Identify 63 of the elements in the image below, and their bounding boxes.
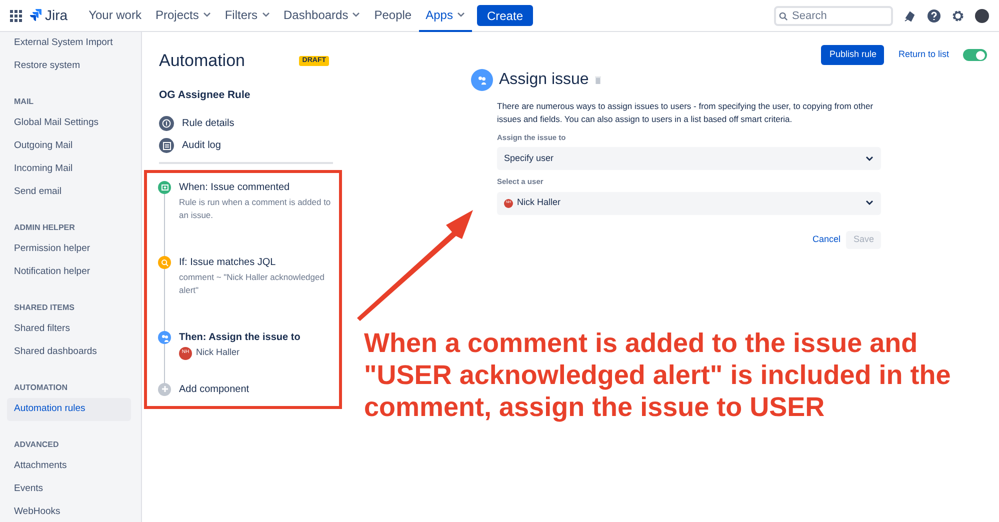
- comment-trigger-icon: [158, 181, 171, 194]
- sidebar-item[interactable]: WebHooks: [7, 501, 131, 522]
- sidebar-item[interactable]: External System Import: [7, 32, 131, 55]
- sidebar-item[interactable]: Restore system: [7, 55, 131, 78]
- select-field[interactable]: Specify user: [497, 147, 881, 170]
- sidebar-item[interactable]: Incoming Mail: [7, 158, 131, 181]
- page-title: Automation: [159, 50, 245, 72]
- sidebar-item[interactable]: Attachments: [7, 455, 131, 478]
- step-title: Then: Assign the issue to: [179, 331, 302, 344]
- section-heading: ADMIN HELPER: [13, 222, 76, 234]
- apps-grid-icon[interactable]: [10, 10, 22, 22]
- rule-name: OG Assignee Rule: [159, 88, 252, 102]
- nav-item[interactable]: Projects: [148, 0, 218, 32]
- users-icon: [158, 331, 171, 344]
- step-detail: comment ~ "Nick Haller acknowledged alert": [179, 271, 326, 298]
- avatar[interactable]: [975, 8, 989, 22]
- section-heading: SHARED ITEMS: [13, 302, 76, 314]
- info-icon: [159, 116, 174, 132]
- select-value: Nick Haller: [517, 196, 562, 210]
- users-icon: [471, 69, 493, 91]
- sidebar-item[interactable]: Send email: [7, 181, 131, 204]
- step-title: When: Issue commented: [179, 181, 291, 194]
- step-detail: Rule is run when a comment is added to an issue.: [179, 196, 332, 222]
- sidebar-item[interactable]: Shared dashboards: [7, 341, 131, 364]
- section-heading: ADVANCED: [13, 439, 60, 451]
- editor-title: Assign issue: [499, 70, 589, 90]
- add-component-link[interactable]: Add component: [179, 382, 339, 396]
- rule-link[interactable]: Audit log: [182, 138, 221, 154]
- sidebar-item[interactable]: Notification helper: [7, 261, 131, 284]
- search-icon: [779, 12, 788, 20]
- nav-item[interactable]: Your work: [82, 0, 148, 32]
- nav-item[interactable]: Filters: [218, 0, 277, 32]
- sidebar-item[interactable]: Outgoing Mail: [7, 135, 131, 158]
- publish-button[interactable]: Publish rule: [821, 45, 884, 65]
- product-name[interactable]: Jira: [45, 5, 68, 26]
- search-icon: [158, 256, 171, 270]
- editor-description: There are numerous ways to assign issues to users - from specifying the user, to copying from other issues and fields. You can also assign to users in a list based off smart criteria.: [497, 100, 874, 126]
- sidebar-item[interactable]: Permission helper: [7, 238, 131, 261]
- chevron-down-icon: [865, 156, 874, 162]
- list-icon: [159, 138, 174, 154]
- assignee-name: Nick Haller: [196, 346, 240, 360]
- nav-item[interactable]: People: [367, 0, 419, 32]
- section-heading: MAIL: [13, 96, 35, 108]
- nav-item[interactable]: Apps: [418, 0, 472, 32]
- section-heading: AUTOMATION: [13, 382, 68, 394]
- nav-item[interactable]: Dashboards: [276, 0, 368, 32]
- step-title: If: Issue matches JQL: [179, 256, 277, 270]
- search-field[interactable]: Search: [774, 6, 893, 26]
- annotation-text: When a comment is added to the issue and "USER acknowledged alert" is included in the comment, assign the issue to USER: [364, 327, 952, 423]
- sidebar-item[interactable]: Global Mail Settings: [7, 112, 131, 135]
- chevron-down-icon: [865, 200, 874, 206]
- help-icon[interactable]: [927, 8, 941, 22]
- rule-link[interactable]: Rule details: [182, 116, 234, 132]
- sidebar-item[interactable]: Shared filters: [7, 318, 131, 341]
- settings-icon[interactable]: [951, 8, 965, 22]
- sidebar-item[interactable]: Events: [7, 478, 131, 501]
- return-link[interactable]: Return to list: [898, 48, 949, 62]
- cancel-link[interactable]: Cancel: [812, 232, 840, 246]
- jira-logo-icon[interactable]: [30, 9, 42, 22]
- sidebar-item[interactable]: Automation rules: [7, 398, 131, 421]
- toggle-switch[interactable]: [963, 49, 987, 61]
- select-value: Specify user: [504, 152, 555, 165]
- create-button[interactable]: Create: [476, 5, 533, 26]
